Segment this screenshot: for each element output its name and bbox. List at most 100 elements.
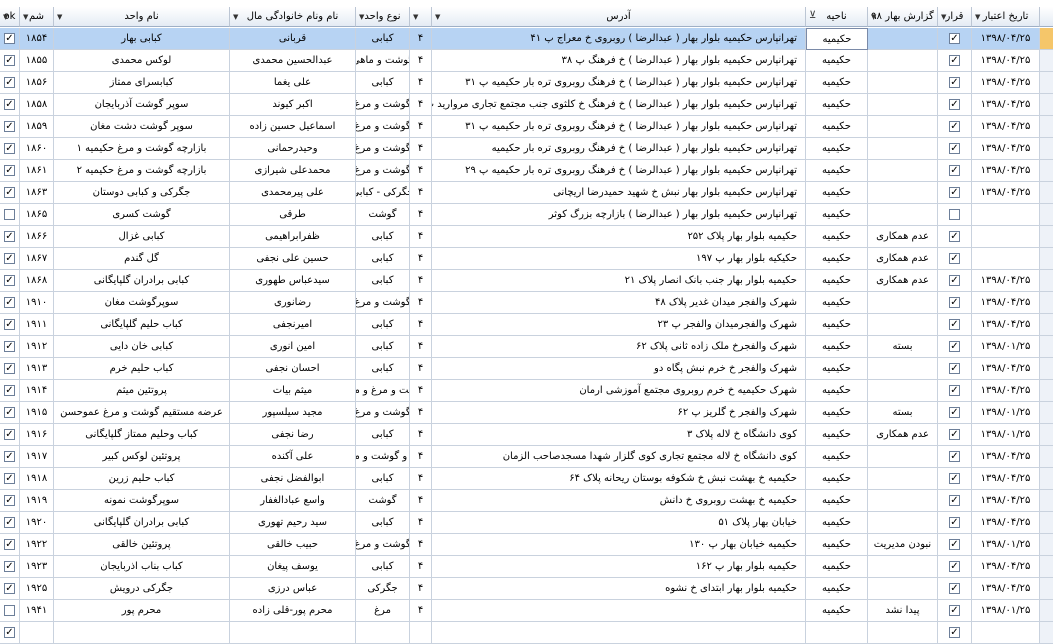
row-selector[interactable] <box>1040 358 1053 380</box>
row-selector[interactable] <box>1040 402 1053 424</box>
column-header-kind[interactable]: نوع واحد ▼ <box>356 7 410 27</box>
column-header-name[interactable]: نام واحد ▼ <box>54 7 230 27</box>
cell-ok[interactable]: ✓ <box>0 358 20 380</box>
checkbox[interactable]: ✓ <box>4 627 15 638</box>
cell-district[interactable]: حکیمیه <box>806 292 868 314</box>
row-selector[interactable] <box>1040 226 1053 248</box>
cell-owner[interactable]: یوسف پیغان <box>230 556 356 578</box>
cell-contract[interactable]: ✓ <box>938 446 972 468</box>
cell-contract[interactable]: ✓ <box>938 600 972 622</box>
cell-report[interactable]: عدم همکاری <box>868 270 938 292</box>
table-row[interactable]: ✓ ۱۸۶۸ کبابی برادران گلپایگانی سیدعباس طهور… <box>0 270 1053 292</box>
checkbox[interactable]: ✓ <box>4 253 15 264</box>
cell-name[interactable]: سوپر گوشت آذربایجان <box>54 94 230 116</box>
cell-district[interactable]: حکیمیه <box>806 160 868 182</box>
cell-address[interactable]: حکیمیه بلوار بهار پ ۱۶۲ <box>432 556 806 578</box>
cell-zone[interactable]: ۴ <box>410 28 432 50</box>
cell-contract[interactable]: ✓ <box>938 160 972 182</box>
checkbox[interactable]: ✓ <box>4 407 15 418</box>
cell-district[interactable]: حکیمیه <box>806 50 868 72</box>
cell-district[interactable]: حکیمیه <box>806 490 868 512</box>
cell-report[interactable] <box>868 50 938 72</box>
cell-num[interactable]: ۱۸۶۳ <box>20 182 54 204</box>
table-row[interactable]: ✓ ۱۹۱۵ عرضه مستقیم گوشت و مرغ عموحسن مجید س… <box>0 402 1053 424</box>
cell-name[interactable]: پروتئین میثم <box>54 380 230 402</box>
row-selector[interactable] <box>1040 600 1053 622</box>
cell-owner[interactable]: مجید سیلسپور <box>230 402 356 424</box>
cell-contract[interactable]: ✓ <box>938 226 972 248</box>
cell-kind[interactable] <box>356 622 410 644</box>
cell-kind[interactable]: کبابی <box>356 28 410 50</box>
cell-zone[interactable]: ۴ <box>410 116 432 138</box>
checkbox[interactable]: ✓ <box>4 341 15 352</box>
cell-report[interactable] <box>868 358 938 380</box>
cell-contract[interactable]: ✓ <box>938 336 972 358</box>
row-selector[interactable] <box>1040 94 1053 116</box>
table-row[interactable]: ✓ ۱۸۶۰ بازارچه گوشت و مرغ حکیمیه ۱ وحیدرحما… <box>0 138 1053 160</box>
cell-owner[interactable]: میثم بیات <box>230 380 356 402</box>
cell-district[interactable]: حکیمیه <box>806 72 868 94</box>
cell-num[interactable]: ۱۹۱۵ <box>20 402 54 424</box>
cell-contract[interactable]: ✓ <box>938 578 972 600</box>
checkbox[interactable]: ✓ <box>949 561 960 572</box>
cell-zone[interactable]: ۴ <box>410 424 432 446</box>
cell-report[interactable] <box>868 578 938 600</box>
cell-name[interactable]: بازارچه گوشت و مرغ حکیمیه ۱ <box>54 138 230 160</box>
checkbox[interactable]: ✓ <box>949 143 960 154</box>
cell-contract[interactable]: ✓ <box>938 72 972 94</box>
cell-address[interactable]: حکیکیه بلوار بهار پ ۱۹۷ <box>432 248 806 270</box>
cell-num[interactable]: ۱۸۶۸ <box>20 270 54 292</box>
checkbox[interactable]: ✓ <box>949 187 960 198</box>
cell-name[interactable]: گوشت کسری <box>54 204 230 226</box>
cell-report[interactable]: بسته <box>868 336 938 358</box>
cell-owner[interactable]: محرم پور-قلی زاده <box>230 600 356 622</box>
cell-owner[interactable]: قربانی <box>230 28 356 50</box>
cell-contract[interactable]: ✓ <box>938 512 972 534</box>
cell-num[interactable]: ۱۹۱۲ <box>20 336 54 358</box>
cell-date[interactable]: ۱۳۹۸/۰۱/۲۵ <box>972 534 1040 556</box>
cell-kind[interactable]: گوشت و مرغ <box>356 94 410 116</box>
cell-address[interactable]: کوی دانشگاه خ لاله پلاک ۳ <box>432 424 806 446</box>
cell-address[interactable]: شهرک والفجر خ خرم نبش پگاه دو <box>432 358 806 380</box>
cell-owner[interactable]: رضا نجفی <box>230 424 356 446</box>
table-row[interactable]: ✓ ۱۹۲۰ کبابی برادران گلپایگانی سید رحیم تهو… <box>0 512 1053 534</box>
cell-ok[interactable]: ✓ <box>0 578 20 600</box>
cell-name[interactable]: پروتئین خالقی <box>54 534 230 556</box>
cell-zone[interactable]: ۴ <box>410 402 432 424</box>
cell-date[interactable]: ۱۳۹۸/۰۴/۲۵ <box>972 160 1040 182</box>
cell-zone[interactable]: ۴ <box>410 94 432 116</box>
checkbox[interactable]: ✓ <box>949 165 960 176</box>
checkbox[interactable]: ✓ <box>4 495 15 506</box>
cell-num[interactable]: ۱۹۱۴ <box>20 380 54 402</box>
cell-report[interactable] <box>868 468 938 490</box>
cell-date[interactable]: ۱۳۹۸/۰۴/۲۵ <box>972 358 1040 380</box>
cell-owner[interactable] <box>230 622 356 644</box>
cell-date[interactable]: ۱۳۹۸/۰۴/۲۵ <box>972 182 1040 204</box>
row-selector[interactable] <box>1040 336 1053 358</box>
cell-report[interactable]: بسته <box>868 402 938 424</box>
cell-kind[interactable]: کبابی <box>356 358 410 380</box>
table-row[interactable]: ✓ ۱۸۵۴ کبابی بهار قربانی کبابی ۴ تهرانپارس حکی… <box>0 28 1053 50</box>
cell-kind[interactable]: کبابی <box>356 468 410 490</box>
cell-kind[interactable]: کبابی <box>356 248 410 270</box>
cell-zone[interactable]: ۴ <box>410 446 432 468</box>
cell-owner[interactable]: وحیدرحمانی <box>230 138 356 160</box>
cell-kind[interactable]: جگرکی - کبابی <box>356 182 410 204</box>
cell-report[interactable]: پیدا نشد <box>868 600 938 622</box>
cell-date[interactable]: ۱۳۹۸/۰۱/۲۵ <box>972 402 1040 424</box>
table-row[interactable]: ✓ ۱۹۱۶ کباب وحلیم ممتاز گلپایگانی رضا نجفی ک… <box>0 424 1053 446</box>
checkbox[interactable]: ✓ <box>949 605 960 616</box>
cell-address[interactable]: تهرانپارس حکیمیه بلوار بهار ( عبدالرضا )… <box>432 116 806 138</box>
cell-ok[interactable]: ✓ <box>0 160 20 182</box>
cell-ok[interactable]: ✓ <box>0 424 20 446</box>
cell-contract[interactable]: ✓ <box>938 358 972 380</box>
table-row[interactable]: ✓ ۱۸۵۹ سوپر گوشت دشت مغان اسماعیل حسین زاده… <box>0 116 1053 138</box>
column-header-owner[interactable]: نام ونام خانوادگی مال ▼ <box>230 7 356 27</box>
checkbox[interactable]: ✓ <box>949 319 960 330</box>
row-selector[interactable] <box>1040 182 1053 204</box>
cell-owner[interactable]: سیدعباس طهوری <box>230 270 356 292</box>
cell-num[interactable]: ۱۸۵۶ <box>20 72 54 94</box>
cell-owner[interactable]: امیرنجفی <box>230 314 356 336</box>
cell-report[interactable] <box>868 446 938 468</box>
row-selector[interactable] <box>1040 248 1053 270</box>
